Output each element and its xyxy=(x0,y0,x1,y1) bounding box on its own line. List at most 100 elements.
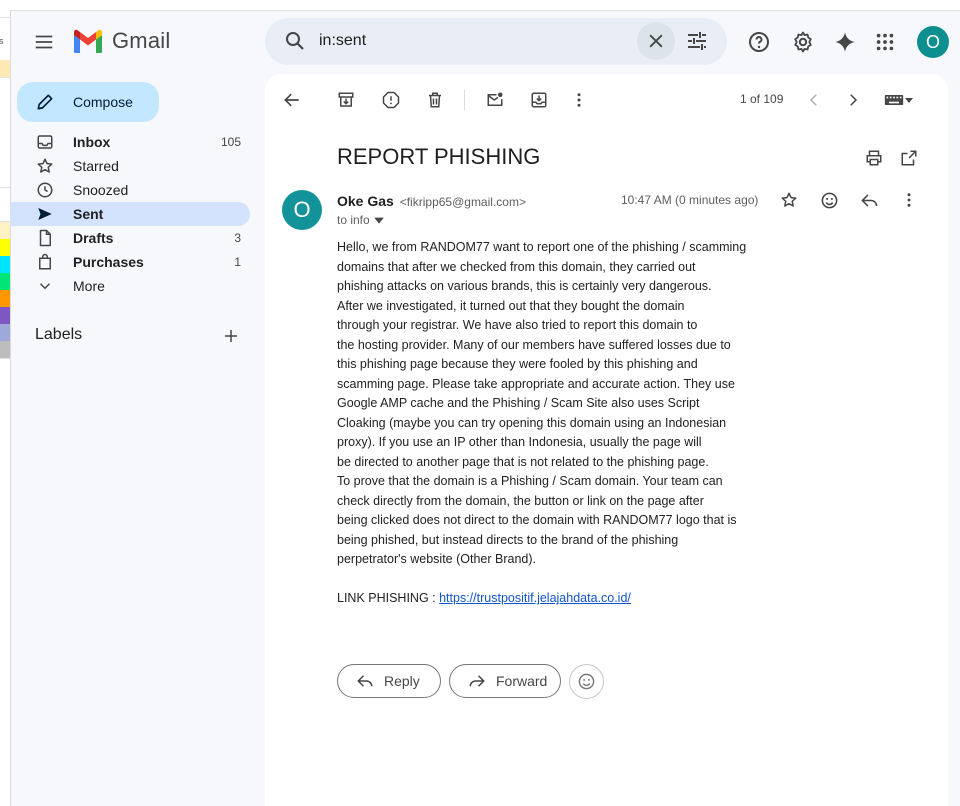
settings-button[interactable] xyxy=(789,28,817,56)
newer-button[interactable] xyxy=(802,88,826,112)
search-bar[interactable] xyxy=(265,18,727,65)
sidebar-item-inbox[interactable]: Inbox 105 xyxy=(10,130,250,154)
gemini-button[interactable] xyxy=(831,28,859,56)
account-avatar[interactable]: O xyxy=(917,26,949,58)
pagination-counter: 1 of 109 xyxy=(740,92,784,106)
print-button[interactable] xyxy=(862,146,886,170)
strip-text: rs xyxy=(0,36,4,46)
emoji-icon xyxy=(821,192,837,208)
search-input[interactable] xyxy=(319,29,619,53)
gmail-m-icon xyxy=(74,29,102,53)
older-button[interactable] xyxy=(841,88,865,112)
more-actions-button[interactable] xyxy=(567,88,591,112)
sidebar-item-label: Inbox xyxy=(73,134,111,150)
mark-unread-button[interactable] xyxy=(483,88,507,112)
search-options-button[interactable] xyxy=(685,29,709,53)
sidebar-item-label: Drafts xyxy=(73,230,114,246)
window-top-edge xyxy=(10,0,960,11)
delete-button[interactable] xyxy=(423,88,447,112)
sidebar-item-label: More xyxy=(73,278,105,294)
plus-icon xyxy=(225,330,237,342)
open-in-new-icon xyxy=(901,150,917,166)
sidebar-item-starred[interactable]: Starred xyxy=(10,154,250,178)
body-line: Google AMP cache and the Phishing / Scam… xyxy=(337,396,700,410)
keyboard-icon xyxy=(884,95,904,105)
chevron-left-icon xyxy=(809,94,817,106)
send-icon xyxy=(36,205,54,223)
star-icon xyxy=(36,157,54,175)
clear-search-button[interactable] xyxy=(637,22,675,60)
message-body: Hello, we from RANDOM77 want to report o… xyxy=(337,238,777,609)
emoji-icon xyxy=(578,673,595,690)
input-tools-button[interactable] xyxy=(879,88,919,112)
recipients-toggle[interactable]: to info xyxy=(337,213,385,227)
sidebar-item-label: Snoozed xyxy=(73,182,129,198)
apps-grid-icon xyxy=(876,33,894,51)
reply-icon xyxy=(860,193,877,207)
reply-label: Reply xyxy=(384,673,420,689)
sidebar-item-more[interactable]: More xyxy=(10,274,250,298)
create-label-button[interactable] xyxy=(221,326,241,346)
sidebar-item-count: 105 xyxy=(220,135,241,149)
archive-button[interactable] xyxy=(334,88,358,112)
body-line: scamming page. Please take appropriate a… xyxy=(337,376,735,391)
chevron-right-icon xyxy=(850,94,858,106)
more-vertical-icon xyxy=(907,193,911,207)
body-line: the hosting provider. Many of our member… xyxy=(337,337,731,352)
sidebar-item-label: Starred xyxy=(73,158,119,174)
search-icon[interactable] xyxy=(283,29,307,53)
sender-name[interactable]: Oke Gas xyxy=(337,193,394,209)
body-line: phishing attacks on various brands, this… xyxy=(337,279,712,293)
body-line: To prove that the domain is a Phishing /… xyxy=(337,474,723,488)
message-more-button[interactable] xyxy=(897,188,921,212)
sidebar-item-sent[interactable]: Sent xyxy=(10,202,250,226)
report-spam-button[interactable] xyxy=(379,88,403,112)
body-line: Cloaking (maybe you can try opening this… xyxy=(337,415,727,430)
add-reaction-button[interactable] xyxy=(817,188,841,212)
arrow-back-icon xyxy=(284,93,299,107)
sidebar-item-snoozed[interactable]: Snoozed xyxy=(10,178,250,202)
move-to-inbox-icon xyxy=(531,92,547,108)
star-button[interactable] xyxy=(777,188,801,212)
reply-button[interactable]: Reply xyxy=(337,664,441,698)
body-line: this phishing page because they were foo… xyxy=(337,357,698,371)
draft-icon xyxy=(36,229,54,247)
emoji-reaction-button[interactable] xyxy=(569,664,604,699)
body-line: domains that after we checked from this … xyxy=(337,259,696,274)
support-button[interactable] xyxy=(745,28,773,56)
move-to-button[interactable] xyxy=(527,88,551,112)
more-vertical-icon xyxy=(577,93,581,107)
pencil-icon xyxy=(35,92,55,112)
reply-icon-button[interactable] xyxy=(857,188,881,212)
close-icon xyxy=(649,34,663,48)
message-timestamp: 10:47 AM (0 minutes ago) xyxy=(621,193,759,207)
sparkle-icon xyxy=(835,32,855,52)
inbox-icon xyxy=(36,133,54,151)
main-menu-button[interactable] xyxy=(30,28,58,56)
sidebar-nav: Inbox 105 Starred Snoozed Sent Drafts 3 … xyxy=(10,130,250,298)
back-button[interactable] xyxy=(280,88,304,112)
reply-icon xyxy=(356,672,374,690)
phishing-link[interactable]: https://trustpositif.jelajahdata.co.id/ xyxy=(439,591,631,605)
hamburger-icon xyxy=(35,35,53,49)
body-line: proxy). If you use an IP other than Indo… xyxy=(337,435,702,449)
forward-button[interactable]: Forward xyxy=(449,664,561,698)
compose-button[interactable]: Compose xyxy=(17,82,159,122)
sidebar-item-drafts[interactable]: Drafts 3 xyxy=(10,226,250,250)
recipient-label: to info xyxy=(337,213,370,227)
shopping-bag-icon xyxy=(36,253,54,271)
gmail-logo[interactable]: Gmail xyxy=(72,28,170,54)
sender-avatar[interactable]: O xyxy=(282,190,322,230)
body-line: be directed to another page that is not … xyxy=(337,454,709,469)
help-icon xyxy=(749,32,769,52)
body-line: check directly from the domain, the butt… xyxy=(337,493,704,508)
open-new-window-button[interactable] xyxy=(897,146,921,170)
apps-button[interactable] xyxy=(871,28,899,56)
sidebar-item-purchases[interactable]: Purchases 1 xyxy=(10,250,250,274)
caret-down-icon xyxy=(905,98,913,103)
caret-down-icon xyxy=(373,217,384,224)
compose-label: Compose xyxy=(73,94,133,110)
star-icon xyxy=(781,192,797,207)
body-line: being phished, but instead directs to th… xyxy=(337,532,679,547)
sidebar-item-count: 3 xyxy=(234,231,241,245)
